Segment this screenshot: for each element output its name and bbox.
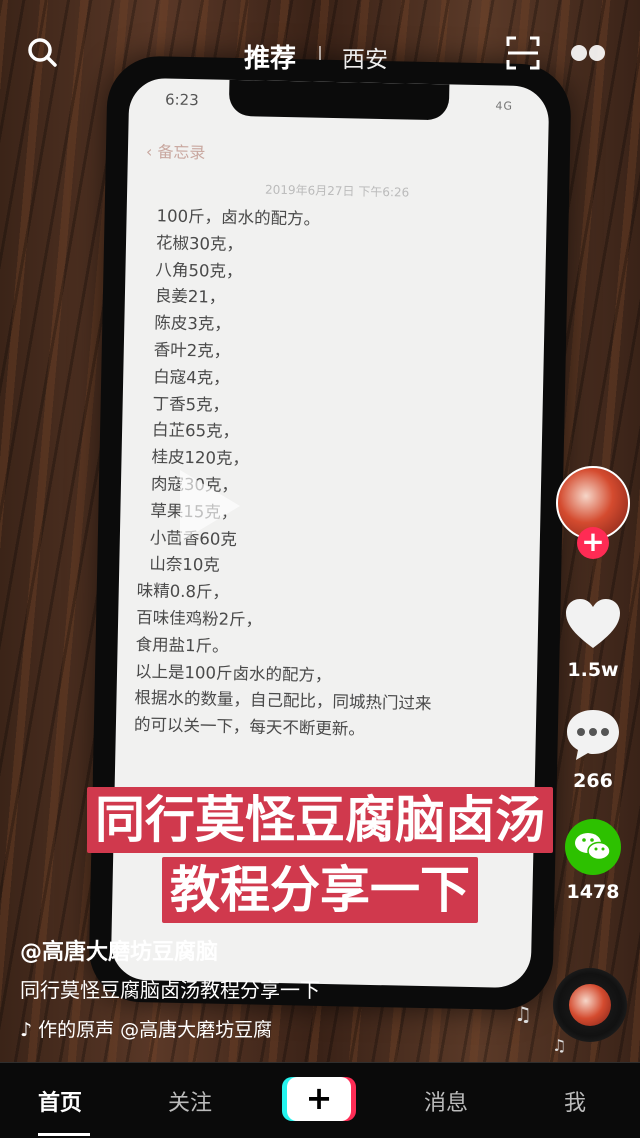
create-button[interactable]: + bbox=[282, 1077, 356, 1121]
notes-back-label: 备忘录 bbox=[157, 142, 206, 163]
music-label: 作的原声 @高唐大磨坊豆腐 bbox=[38, 1019, 273, 1041]
video-description: 同行莫怪豆腐脑卤汤教程分享一下 bbox=[20, 978, 320, 1002]
note-date: 2019年6月27日 下午6:26 bbox=[264, 182, 410, 200]
caption-line-1: 同行莫怪豆腐脑卤汤 bbox=[87, 787, 553, 853]
nav-active-indicator bbox=[38, 1133, 90, 1136]
nav-follow[interactable]: 关注 bbox=[168, 1085, 212, 1117]
heart-icon[interactable] bbox=[564, 596, 622, 654]
notes-back: ‹ 备忘录 bbox=[145, 142, 206, 163]
author-name[interactable]: @高唐大磨坊豆腐脑 bbox=[20, 934, 218, 966]
tab-recommend[interactable]: 推荐 bbox=[244, 38, 296, 75]
like-count: 1.5w bbox=[567, 659, 619, 681]
comment-icon[interactable] bbox=[564, 706, 622, 764]
wechat-share-icon[interactable] bbox=[564, 818, 622, 876]
tab-divider bbox=[319, 46, 321, 60]
more-icon[interactable] bbox=[570, 44, 606, 62]
scan-icon[interactable] bbox=[506, 36, 540, 70]
search-icon[interactable] bbox=[26, 36, 58, 68]
music-disc-cover bbox=[569, 984, 611, 1026]
top-bar: 推荐 西安 bbox=[0, 0, 640, 100]
bottom-nav: 首页 关注 + 消息 我 bbox=[0, 1062, 640, 1138]
comment-count: 266 bbox=[573, 770, 613, 792]
music-disc[interactable] bbox=[553, 968, 627, 1042]
nav-messages[interactable]: 消息 bbox=[424, 1085, 468, 1117]
phone-status: 4G bbox=[495, 99, 514, 113]
caption-banner: 同行莫怪豆腐脑卤汤 教程分享一下 bbox=[0, 785, 640, 925]
music-note-icon-small: ♫ bbox=[552, 1036, 567, 1055]
music-note-icon: ♫ bbox=[514, 1002, 532, 1026]
caption-line-2: 教程分享一下 bbox=[162, 857, 478, 923]
play-icon[interactable] bbox=[180, 470, 240, 542]
nav-home[interactable]: 首页 bbox=[38, 1085, 82, 1117]
tab-city[interactable]: 西安 bbox=[342, 40, 388, 74]
music-title[interactable]: ♪ 作的原声 @高唐大磨坊豆腐 bbox=[20, 1015, 350, 1042]
follow-button[interactable]: + bbox=[577, 527, 609, 559]
plus-icon: + bbox=[287, 1077, 351, 1121]
tiktok-note-icon: ♪ bbox=[20, 1019, 33, 1041]
share-count: 1478 bbox=[566, 881, 620, 903]
nav-me[interactable]: 我 bbox=[564, 1085, 586, 1117]
